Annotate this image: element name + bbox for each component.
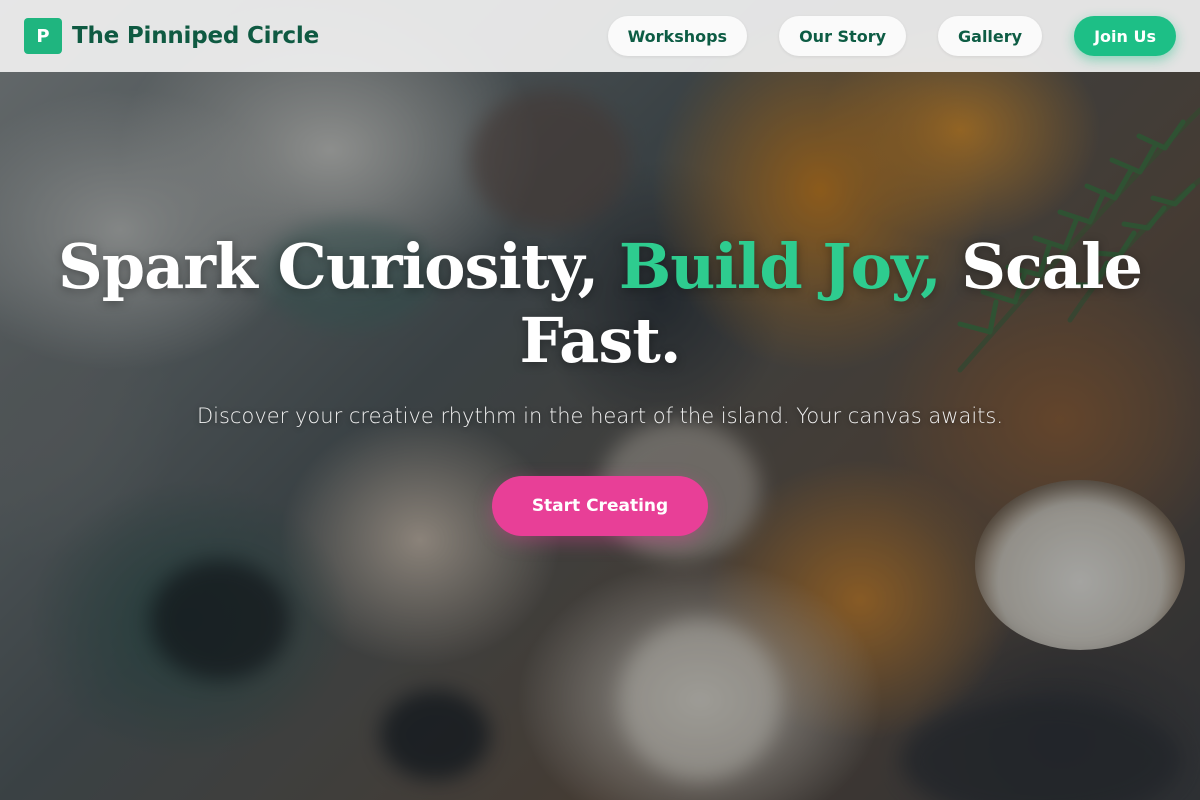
nav-gallery[interactable]: Gallery xyxy=(938,16,1043,56)
brand-logo[interactable]: P xyxy=(24,18,62,54)
site-header: P The Pinniped Circle Workshops Our Stor… xyxy=(0,0,1200,72)
hero: Spark Curiosity, Build Joy, Scale Fast. … xyxy=(0,230,1200,536)
start-creating-button[interactable]: Start Creating xyxy=(491,476,709,536)
hero-title-accent: Build Joy, xyxy=(618,230,942,303)
hero-subtitle: Discover your creative rhythm in the hea… xyxy=(196,404,1004,428)
nav-workshops[interactable]: Workshops xyxy=(607,16,748,56)
brand-name[interactable]: The Pinniped Circle xyxy=(72,23,319,49)
main-nav: Workshops Our Story Gallery Join Us xyxy=(607,16,1176,56)
brand[interactable]: P The Pinniped Circle xyxy=(24,18,319,54)
hero-title-part1: Spark Curiosity, xyxy=(57,230,619,303)
hero-title: Spark Curiosity, Build Joy, Scale Fast. xyxy=(0,230,1200,378)
nav-our-story[interactable]: Our Story xyxy=(779,16,907,56)
join-us-button[interactable]: Join Us xyxy=(1074,16,1176,56)
